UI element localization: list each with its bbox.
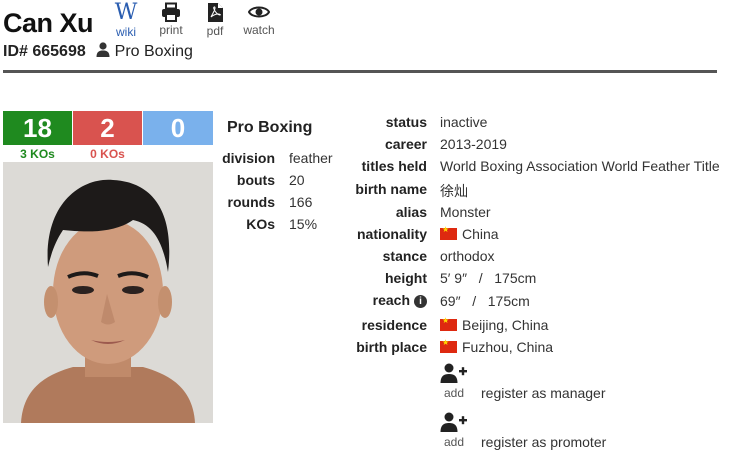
residence-key: residence [361,317,427,333]
division-value: feather [289,150,333,166]
stance-value: orthodox [440,248,495,264]
bouts-value: 20 [289,172,305,188]
reach-value: 69″ / 175cm [440,293,530,309]
boxer-id: ID# 665698 [3,43,86,60]
stats-title: Pro Boxing [227,119,313,136]
wiki-link[interactable]: W wiki [110,0,142,40]
status-value: inactive [440,114,488,130]
header-divider [3,70,717,73]
career-value: 2013-2019 [440,136,507,152]
watch-button[interactable]: watch [240,2,278,38]
wins-kos: 3 KOs [20,147,55,161]
draws-box: 0 [143,111,213,145]
alias-key: alias [395,204,427,220]
add-label: add [443,386,465,400]
add-user-icon [440,412,467,432]
info-icon[interactable]: i [414,295,427,308]
register-promoter-link[interactable]: register as promoter [481,434,606,450]
person-icon [96,42,110,57]
status-key: status [385,114,427,130]
boxer-name: Can Xu [3,8,94,38]
nationality-value: China [440,225,499,242]
boxer-photo [3,162,213,423]
pdf-label: pdf [206,24,224,38]
boxer-id-line: ID# 665698 Pro Boxing [3,42,193,61]
register-manager-link[interactable]: register as manager [481,385,606,401]
residence-value: Beijing, China [440,316,549,333]
china-flag-icon [440,225,457,240]
birth-name-key: birth name [355,181,427,197]
stance-key: stance [382,248,427,264]
wins-box: 18 [3,111,72,145]
rounds-value: 166 [289,194,313,210]
losses-count: 2 [100,113,115,143]
discipline-label: Pro Boxing [114,43,193,60]
rounds-key: rounds [227,194,275,210]
losses-kos: 0 KOs [90,147,125,161]
add-manager-button[interactable]: add [439,363,469,400]
bouts-key: bouts [236,172,275,188]
titles-value[interactable]: World Boxing Association World Feather T… [440,158,720,174]
height-key: height [385,270,427,286]
nationality-text: China [462,226,499,242]
add-label: add [443,435,465,449]
alias-value: Monster [440,204,491,220]
reach-key-wrap: reach i [373,292,427,308]
pdf-icon [207,3,223,22]
wins-count: 18 [23,113,52,143]
wiki-label: wiki [116,25,136,39]
china-flag-icon [440,338,457,353]
pdf-button[interactable]: pdf [199,2,231,38]
losses-box: 2 [73,111,142,145]
eye-icon [248,6,270,18]
titles-key: titles held [361,158,427,174]
residence-text: Beijing, China [462,317,549,333]
height-value: 5′ 9″ / 175cm [440,270,537,286]
reach-key: reach [372,292,410,308]
birth-place-value: Fuzhou, China [440,338,554,355]
print-button[interactable]: print [154,2,188,38]
draws-count: 0 [170,113,186,143]
add-promoter-button[interactable]: add [439,412,469,449]
career-key: career [384,136,427,152]
portrait-image [3,162,213,423]
division-key: division [222,150,275,166]
watch-label: watch [243,23,275,37]
nationality-key: nationality [356,226,427,242]
birth-place-key: birth place [356,339,427,355]
print-label: print [159,23,183,37]
china-flag-icon [440,316,457,331]
kos-value: 15% [289,216,318,232]
wikipedia-icon: W [114,0,138,25]
birth-name-value: 徐灿 [440,184,468,200]
birth-place-text: Fuzhou, China [462,339,554,355]
kos-key: KOs [246,216,275,232]
add-user-icon [440,363,467,383]
printer-icon [162,2,180,22]
